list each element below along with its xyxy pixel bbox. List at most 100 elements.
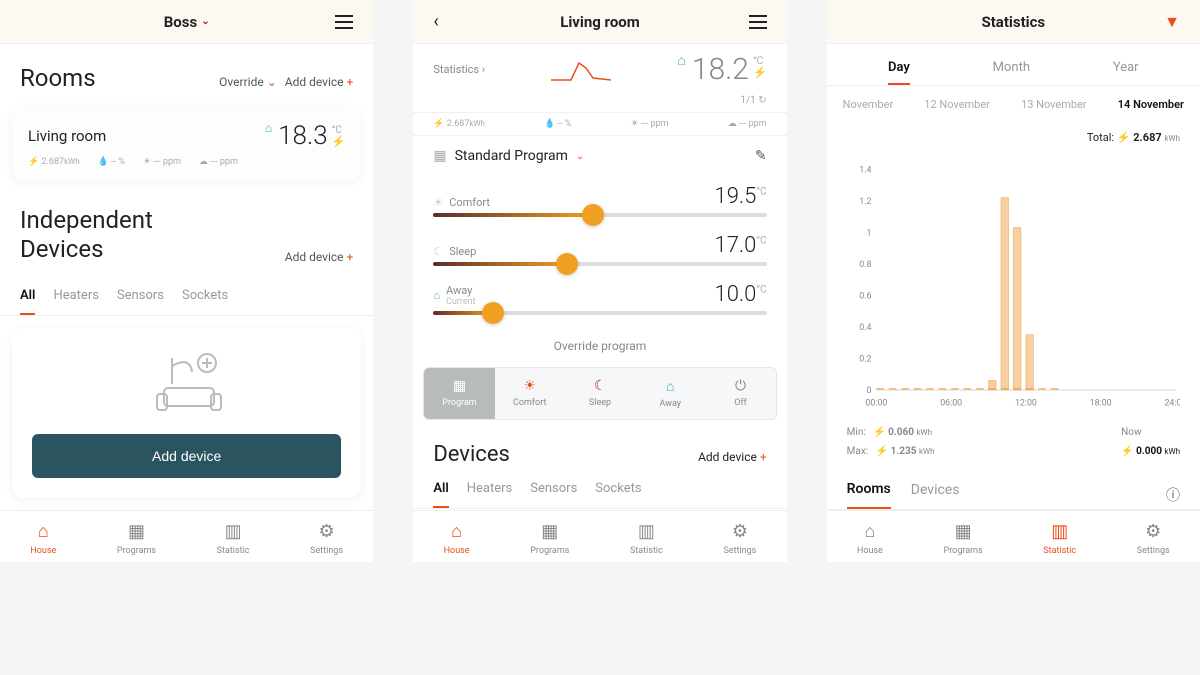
nav-statistic[interactable]: ▥Statistic — [630, 521, 663, 556]
add-device-button[interactable]: Add device — [32, 434, 341, 478]
bolt-icon: ⚡ — [876, 446, 888, 457]
tab-heaters[interactable]: Heaters — [467, 481, 513, 508]
svg-text:06:00: 06:00 — [940, 399, 962, 409]
nav-settings[interactable]: ⚙Settings — [1137, 521, 1170, 556]
now-value: ⚡ 0.000 kWh — [1121, 446, 1180, 457]
chart-icon: ▥ — [225, 521, 242, 542]
gear-icon: ⚙ — [732, 521, 748, 542]
nav-statistic[interactable]: ▥Statistic — [1043, 521, 1076, 556]
paging-indicator: 1/1 ↻ — [413, 95, 786, 112]
nav-house[interactable]: ⌂House — [30, 521, 56, 556]
add-device-link[interactable]: Add device + — [285, 250, 354, 264]
tab-rooms[interactable]: Rooms — [847, 481, 891, 509]
bolt-icon: ⚡ — [873, 427, 885, 438]
current-temperature: 18.2 °C⚡ — [692, 52, 767, 87]
briefcase-icon: ⌂ — [265, 121, 272, 135]
page-title: Living room — [560, 13, 640, 31]
filter-icon[interactable]: ▼ — [1164, 12, 1180, 32]
page-title: Statistics — [981, 13, 1045, 31]
droplet-icon: 💧 — [544, 119, 555, 129]
briefcase-icon: ⌂ — [433, 289, 440, 302]
nav-settings[interactable]: ⚙Settings — [723, 521, 756, 556]
override-program-link[interactable]: Override program — [413, 331, 786, 367]
bolt-icon: ⚡ — [753, 67, 767, 79]
chevron-down-icon: ⌄ — [201, 16, 209, 27]
sparkline — [551, 58, 611, 82]
svg-text:24:00: 24:00 — [1164, 399, 1180, 409]
program-selector[interactable]: ▦ Standard Program ⌄ — [433, 148, 584, 164]
tab-sensors[interactable]: Sensors — [117, 288, 164, 315]
nav-house[interactable]: ⌂House — [857, 521, 883, 556]
user-name: Boss — [164, 13, 197, 31]
tab-all[interactable]: All — [20, 288, 35, 315]
date-selector[interactable]: November 12 November 13 November 14 Nove… — [827, 86, 1200, 123]
add-device-link[interactable]: Add device + — [698, 450, 767, 464]
tab-devices[interactable]: Devices — [911, 482, 960, 508]
mode-away[interactable]: ⌂Away — [635, 368, 705, 419]
user-selector[interactable]: Boss ⌄ — [164, 13, 210, 31]
droplet-icon: 💧 — [98, 157, 109, 167]
statistics-link[interactable]: Statistics › — [433, 63, 485, 76]
tab-sockets[interactable]: Sockets — [595, 481, 641, 508]
tab-day[interactable]: Day — [888, 60, 910, 85]
chart-icon: ▥ — [1051, 521, 1068, 542]
override-link[interactable]: Override ⌄ — [219, 75, 277, 89]
mode-sleep[interactable]: ☾Sleep — [565, 368, 635, 419]
svg-text:1.2: 1.2 — [859, 197, 871, 207]
nav-programs[interactable]: ▦Programs — [117, 521, 156, 556]
sleep-slider[interactable]: ☾ Sleep 17.0°C — [433, 233, 766, 266]
home-icon: ⌂ — [865, 521, 876, 542]
bolt-icon: ⚡ — [1121, 446, 1133, 457]
energy-chart: 00.20.40.60.811.21.400:0006:0012:0018:00… — [827, 152, 1200, 415]
svg-text:12:00: 12:00 — [1015, 399, 1037, 409]
mode-program[interactable]: ▦Program — [424, 368, 494, 419]
tab-heaters[interactable]: Heaters — [53, 288, 99, 315]
tab-sockets[interactable]: Sockets — [182, 288, 228, 315]
room-stats: ⚡ 2.687kWh 💧 -- % ☀ --- ppm ☁ --- ppm — [28, 157, 345, 167]
info-icon[interactable]: ⓘ — [1166, 485, 1180, 505]
min-value: Min: ⚡ 0.060 kWh — [847, 427, 935, 438]
independent-devices-heading: Independent Devices — [20, 206, 153, 264]
tab-sensors[interactable]: Sensors — [530, 481, 577, 508]
nav-programs[interactable]: ▦Programs — [944, 521, 983, 556]
mini-stats: ⚡ 2.687kWh 💧 -- % ☀ --- ppm ☁ --- ppm — [413, 112, 786, 136]
svg-text:0.2: 0.2 — [859, 354, 871, 364]
comfort-slider[interactable]: ☀ Comfort 19.5°C — [433, 184, 766, 217]
moon-icon: ☾ — [433, 245, 443, 258]
nav-settings[interactable]: ⚙Settings — [310, 521, 343, 556]
menu-icon[interactable] — [335, 15, 353, 29]
away-slider[interactable]: ⌂ AwayCurrent 10.0°C — [433, 282, 766, 315]
tab-month[interactable]: Month — [993, 60, 1030, 85]
bolt-icon: ⚡ — [433, 119, 444, 129]
empty-device-card: Add device — [12, 328, 361, 498]
nav-house[interactable]: ⌂House — [444, 521, 470, 556]
moon-icon: ☾ — [594, 378, 607, 394]
chart-icon: ▥ — [638, 521, 655, 542]
back-button[interactable]: ‹ — [433, 11, 438, 32]
mode-off[interactable]: ⏻Off — [705, 368, 775, 419]
svg-text:00:00: 00:00 — [865, 399, 887, 409]
chevron-down-icon: ⌄ — [267, 75, 277, 89]
edit-icon[interactable]: ✎ — [755, 148, 767, 164]
total-display: Total: ⚡ 2.687 kWh — [827, 123, 1200, 152]
tab-year[interactable]: Year — [1113, 60, 1139, 85]
menu-icon[interactable] — [749, 15, 767, 29]
rooms-heading: Rooms — [20, 64, 96, 92]
mode-comfort[interactable]: ☀Comfort — [495, 368, 565, 419]
home-icon: ⌂ — [38, 521, 49, 542]
tab-all[interactable]: All — [433, 481, 448, 508]
calendar-check-icon: ▦ — [433, 148, 446, 164]
sun-icon: ☀ — [143, 157, 151, 167]
svg-text:1: 1 — [866, 228, 871, 238]
sun-icon: ☀ — [433, 196, 443, 209]
svg-text:0.8: 0.8 — [859, 260, 871, 270]
calendar-icon: ▦ — [128, 521, 145, 542]
plus-icon: + — [347, 75, 354, 89]
room-card[interactable]: Living room ⌂ 18.3 °C⚡ ⚡ 2.687kWh 💧 -- %… — [12, 107, 361, 181]
nav-statistic[interactable]: ▥Statistic — [217, 521, 250, 556]
power-icon: ⏻ — [735, 378, 746, 394]
add-device-link[interactable]: Add device + — [285, 75, 354, 89]
nav-programs[interactable]: ▦Programs — [530, 521, 569, 556]
sun-icon: ☀ — [523, 378, 536, 394]
bolt-icon: ⚡ — [1117, 131, 1131, 144]
